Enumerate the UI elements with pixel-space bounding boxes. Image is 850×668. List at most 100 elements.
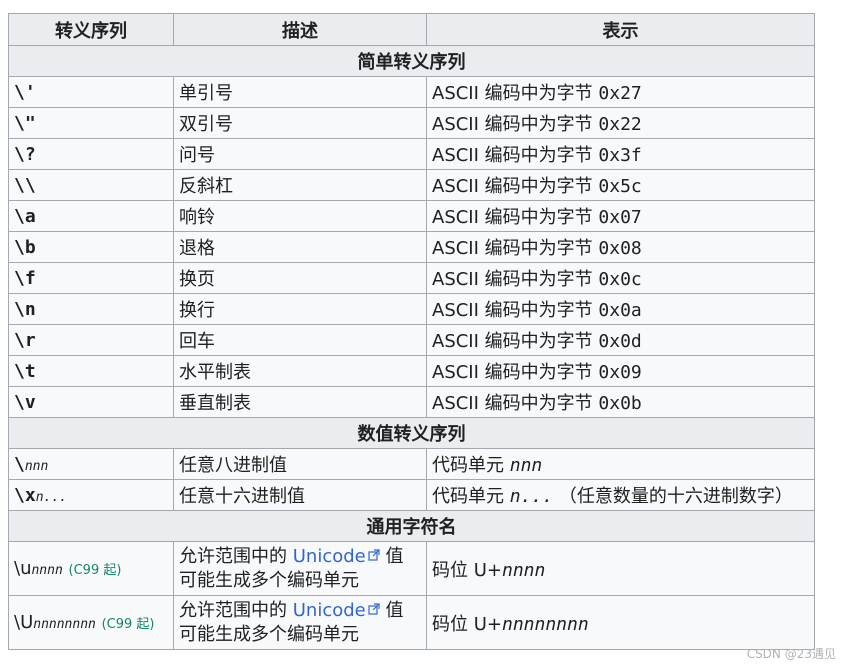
escape-code: \a: [8, 200, 174, 232]
representation: ASCII 编码中为字节 0x0c: [426, 262, 815, 294]
desc-text: 允许范围中的: [179, 545, 287, 567]
rep-text: 代码单元: [432, 486, 504, 507]
rep-text: ASCII 编码中为字节: [432, 114, 593, 135]
section-title-numeric: 数值转义序列: [8, 417, 815, 449]
description: 反斜杠: [173, 169, 427, 201]
representation: 码位 U+nnnnnnnn: [426, 595, 815, 650]
desc-text: 可能生成多个编码单元: [179, 569, 359, 591]
header-escape-sequence: 转义序列: [8, 13, 174, 46]
rep-text: ASCII 编码中为字节: [432, 83, 593, 104]
rep-text: ASCII 编码中为字节: [432, 145, 593, 166]
rep-placeholder: nnnnnnnn: [501, 613, 589, 635]
table-row: \nnn 任意八进制值 代码单元 nnn: [8, 448, 815, 480]
header-representation: 表示: [426, 13, 815, 46]
escape-code: \?: [8, 138, 174, 170]
representation: ASCII 编码中为字节 0x3f: [426, 138, 815, 170]
escape-placeholder: nnnnnnnn: [33, 617, 96, 632]
rep-code: 0x5c: [598, 176, 642, 197]
table-row: \f 换页 ASCII 编码中为字节 0x0c: [8, 262, 815, 294]
escape-code: \xn...: [8, 479, 174, 511]
table-row: \Unnnnnnnn (C99 起) 允许范围中的 Unicode 值可能生成多…: [8, 595, 815, 650]
representation: ASCII 编码中为字节 0x0d: [426, 324, 815, 356]
representation: ASCII 编码中为字节 0x09: [426, 355, 815, 387]
table-row: \\ 反斜杠 ASCII 编码中为字节 0x5c: [8, 169, 815, 201]
table-row: \? 问号 ASCII 编码中为字节 0x3f: [8, 138, 815, 170]
section-row-universal: 通用字符名: [8, 510, 815, 542]
description: 双引号: [173, 107, 427, 139]
table-row: \xn... 任意十六进制值 代码单元 n... （任意数量的十六进制数字）: [8, 479, 815, 511]
escape-code: \n: [8, 293, 174, 325]
rep-text: ASCII 编码中为字节: [432, 238, 593, 259]
section-title-simple: 简单转义序列: [8, 45, 815, 77]
table-row: \r 回车 ASCII 编码中为字节 0x0d: [8, 324, 815, 356]
escape-sequence-table: 转义序列 描述 表示 简单转义序列 \' 单引号 ASCII 编码中为字节 0x…: [8, 13, 815, 650]
rep-code: 0x3f: [598, 145, 642, 166]
description: 换页: [173, 262, 427, 294]
escape-placeholder: nnnn: [31, 563, 63, 578]
escape-code: \b: [8, 231, 174, 263]
rep-text: ASCII 编码中为字节: [432, 362, 593, 383]
external-link-icon: [368, 548, 380, 561]
header-description: 描述: [173, 13, 427, 46]
rep-code: 0x0d: [598, 331, 642, 352]
rep-text: ASCII 编码中为字节: [432, 393, 593, 414]
description: 任意八进制值: [173, 448, 427, 480]
table-row: \n 换行 ASCII 编码中为字节 0x0a: [8, 293, 815, 325]
rep-code: 0x08: [598, 238, 642, 259]
rep-text: ASCII 编码中为字节: [432, 207, 593, 228]
rep-text: 码位 U+: [432, 613, 502, 635]
escape-prefix: \x: [14, 484, 36, 506]
external-link-icon: [368, 602, 380, 615]
rep-text: ASCII 编码中为字节: [432, 176, 593, 197]
escape-code: \": [8, 107, 174, 139]
escape-code: \v: [8, 386, 174, 418]
desc-text: 值: [385, 545, 404, 567]
desc-text: 值: [385, 599, 404, 621]
unicode-link[interactable]: Unicode: [293, 546, 366, 567]
since-c99-note: (C99 起): [68, 563, 122, 578]
representation: ASCII 编码中为字节 0x07: [426, 200, 815, 232]
rep-text: 代码单元: [432, 455, 504, 476]
table-row: \b 退格 ASCII 编码中为字节 0x08: [8, 231, 815, 263]
representation: ASCII 编码中为字节 0x27: [426, 76, 815, 108]
table-row: \v 垂直制表 ASCII 编码中为字节 0x0b: [8, 386, 815, 418]
rep-suffix: （任意数量的十六进制数字）: [558, 486, 793, 507]
representation: ASCII 编码中为字节 0x5c: [426, 169, 815, 201]
rep-code: 0x0b: [598, 393, 642, 414]
desc-text: 允许范围中的: [179, 599, 287, 621]
desc-text: 可能生成多个编码单元: [179, 623, 359, 645]
escape-prefix: \: [14, 453, 25, 475]
description: 任意十六进制值: [173, 479, 427, 511]
rep-text: ASCII 编码中为字节: [432, 331, 593, 352]
description: 问号: [173, 138, 427, 170]
escape-code: \r: [8, 324, 174, 356]
rep-text: 码位 U+: [432, 559, 502, 581]
table-row: \unnnn (C99 起) 允许范围中的 Unicode 值可能生成多个编码单…: [8, 541, 815, 596]
representation: ASCII 编码中为字节 0x08: [426, 231, 815, 263]
section-row-simple: 简单转义序列: [8, 45, 815, 77]
escape-placeholder: nnn: [24, 458, 49, 474]
escape-code: \t: [8, 355, 174, 387]
table-row: \a 响铃 ASCII 编码中为字节 0x07: [8, 200, 815, 232]
unicode-link[interactable]: Unicode: [293, 600, 366, 621]
rep-code: 0x07: [598, 207, 642, 228]
description: 单引号: [173, 76, 427, 108]
escape-prefix: \u: [14, 558, 32, 579]
escape-placeholder: n...: [35, 489, 67, 505]
rep-code: 0x22: [598, 114, 642, 135]
rep-code: 0x27: [598, 83, 642, 104]
escape-code: \f: [8, 262, 174, 294]
description: 响铃: [173, 200, 427, 232]
escape-prefix: \U: [14, 612, 34, 633]
rep-text: ASCII 编码中为字节: [432, 300, 593, 321]
representation: 码位 U+nnnn: [426, 541, 815, 596]
description: 换行: [173, 293, 427, 325]
rep-code: 0x09: [598, 362, 642, 383]
table-row: \' 单引号 ASCII 编码中为字节 0x27: [8, 76, 815, 108]
rep-text: ASCII 编码中为字节: [432, 269, 593, 290]
watermark: CSDN @23遇见: [746, 647, 836, 661]
escape-code: \nnn: [8, 448, 174, 480]
description: 允许范围中的 Unicode 值可能生成多个编码单元: [173, 595, 427, 650]
rep-code: 0x0c: [598, 269, 642, 290]
description: 回车: [173, 324, 427, 356]
